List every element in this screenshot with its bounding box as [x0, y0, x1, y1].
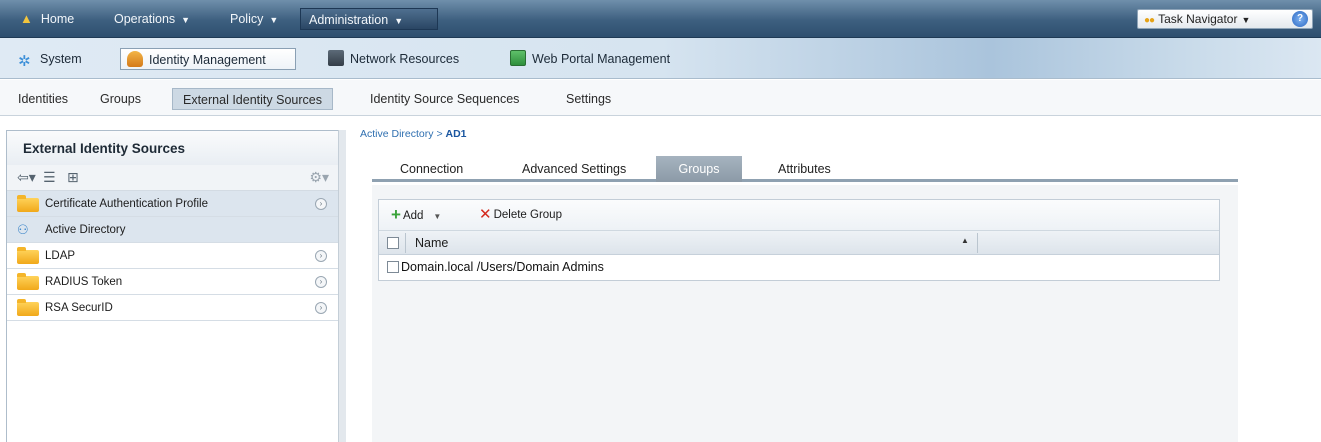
- sidebar-item-label: Active Directory: [45, 224, 126, 236]
- tab-attributes[interactable]: Attributes: [766, 156, 843, 182]
- task-navigator-icon: ●●: [1144, 15, 1155, 26]
- tabs-bar: Connection Advanced Settings Groups Attr…: [372, 154, 1238, 182]
- column-header-name[interactable]: Name: [415, 231, 448, 255]
- nav-web-portal-management-label: Web Portal Management: [532, 52, 671, 66]
- section-navigation-bar: ✲ System Identity Management Network Reso…: [0, 38, 1321, 79]
- tree-view-icon[interactable]: ⊞: [67, 169, 79, 186]
- nav-home-label: Home: [40, 12, 75, 26]
- tab-groups-active[interactable]: Groups: [656, 156, 742, 182]
- panel-toolbar: ⇦▾ ☰ ⊞ ⚙▾: [7, 165, 343, 191]
- column-divider: [977, 233, 978, 253]
- nav-network-resources[interactable]: Network Resources: [322, 48, 465, 70]
- nav-system-label: System: [40, 52, 82, 66]
- delete-group-button-label: Delete Group: [493, 209, 562, 221]
- table-header: Name ▲: [379, 231, 1219, 255]
- panel-title: External Identity Sources: [7, 131, 343, 165]
- sidebar-item-label: RSA SecurID: [45, 302, 113, 314]
- nav-network-resources-label: Network Resources: [350, 52, 460, 66]
- nav-administration[interactable]: Administration ▼: [300, 8, 438, 30]
- nav-policy[interactable]: Policy ▼: [222, 8, 286, 30]
- tab-groups[interactable]: Groups: [94, 88, 147, 110]
- delete-group-button[interactable]: ✕ Delete Group: [479, 206, 562, 224]
- web-portal-icon: [510, 50, 526, 66]
- chevron-down-icon: ▼: [394, 16, 404, 26]
- add-icon: +: [391, 205, 401, 224]
- users-icon: [127, 51, 143, 67]
- panel-scrollbar[interactable]: [338, 130, 346, 442]
- breadcrumb-separator: >: [436, 128, 443, 140]
- expand-arrow-icon[interactable]: ›: [315, 198, 327, 210]
- task-navigator-dropdown[interactable]: ●● Task Navigator ▼?: [1137, 9, 1313, 29]
- add-button-label: Add: [402, 210, 424, 222]
- back-arrow-icon[interactable]: ⇦▾: [17, 169, 36, 186]
- help-icon[interactable]: ?: [1292, 11, 1308, 27]
- nav-operations-label: Operations: [114, 12, 176, 26]
- external-identity-sources-panel: External Identity Sources ⇦▾ ☰ ⊞ ⚙▾ Cert…: [6, 130, 344, 442]
- chevron-down-icon: ▼: [269, 15, 279, 25]
- home-icon: ▲: [20, 11, 33, 26]
- nav-operations[interactable]: Operations ▼: [106, 8, 198, 30]
- top-navigation-bar: ▲ Home Operations ▼ Policy ▼ Administration…: [0, 0, 1321, 38]
- breadcrumb-parent[interactable]: Active Directory: [360, 128, 434, 140]
- column-divider: [405, 233, 406, 253]
- nav-system[interactable]: ✲ System: [12, 48, 88, 70]
- folder-icon: [17, 195, 39, 212]
- tab-external-identity-sources[interactable]: External Identity Sources: [172, 88, 333, 110]
- nav-policy-label: Policy: [230, 12, 264, 26]
- groups-table: + Add ▼ ✕ Delete Group Name ▲ Domain.local …: [378, 199, 1220, 281]
- system-icon: ✲: [18, 53, 31, 70]
- active-directory-icon: ⚇: [17, 222, 29, 237]
- sidebar-item-ldap[interactable]: LDAP ›: [7, 243, 343, 269]
- groups-content-panel: + Add ▼ ✕ Delete Group Name ▲ Domain.local …: [372, 185, 1238, 442]
- row-checkbox[interactable]: [387, 261, 399, 273]
- sidebar-item-radius-token[interactable]: RADIUS Token ›: [7, 269, 343, 295]
- gear-icon[interactable]: ⚙▾: [309, 169, 329, 186]
- nav-identity-management[interactable]: Identity Management: [120, 48, 296, 70]
- add-button[interactable]: + Add ▼: [391, 206, 441, 224]
- tab-identity-source-sequences[interactable]: Identity Source Sequences: [364, 88, 525, 110]
- folder-icon: [17, 273, 39, 290]
- nav-home[interactable]: ▲ Home: [12, 8, 82, 30]
- sidebar-item-certificate-authentication-profile[interactable]: Certificate Authentication Profile ›: [7, 191, 343, 217]
- folder-icon: [17, 247, 39, 264]
- nav-identity-management-label: Identity Management: [149, 53, 266, 67]
- chevron-down-icon: ▼: [181, 15, 191, 25]
- sub-navigation-bar: Identities Groups External Identity Sour…: [0, 80, 1321, 116]
- select-all-checkbox[interactable]: [387, 237, 399, 249]
- list-view-icon[interactable]: ☰: [43, 169, 56, 186]
- tab-advanced-settings[interactable]: Advanced Settings: [510, 156, 638, 182]
- table-toolbar: + Add ▼ ✕ Delete Group: [379, 200, 1219, 231]
- chevron-down-icon: ▼: [1241, 15, 1251, 25]
- expand-arrow-icon[interactable]: ›: [315, 302, 327, 314]
- task-navigator-label: Task Navigator: [1158, 12, 1238, 26]
- nav-web-portal-management[interactable]: Web Portal Management: [504, 48, 676, 70]
- tab-connection[interactable]: Connection: [388, 156, 475, 182]
- folder-icon: [17, 299, 39, 316]
- delete-icon: ✕: [479, 206, 492, 223]
- expand-arrow-icon[interactable]: ›: [315, 250, 327, 262]
- table-row[interactable]: Domain.local /Users/Domain Admins: [379, 255, 1219, 280]
- sidebar-item-label: Certificate Authentication Profile: [45, 198, 209, 210]
- sidebar-item-label: RADIUS Token: [45, 276, 123, 288]
- row-name-cell: Domain.local /Users/Domain Admins: [401, 260, 604, 274]
- sidebar-item-label: LDAP: [45, 250, 76, 262]
- tab-settings[interactable]: Settings: [560, 88, 617, 110]
- sort-ascending-icon[interactable]: ▲: [961, 236, 969, 245]
- tab-identities[interactable]: Identities: [12, 88, 74, 110]
- breadcrumb-current: AD1: [445, 128, 467, 140]
- nav-administration-label: Administration: [309, 13, 389, 27]
- sidebar-item-rsa-securid[interactable]: RSA SecurID ›: [7, 295, 343, 321]
- server-icon: [328, 50, 344, 66]
- chevron-down-icon: ▼: [433, 212, 442, 221]
- expand-arrow-icon[interactable]: ›: [315, 276, 327, 288]
- breadcrumb: Active Directory > AD1: [360, 128, 467, 140]
- sidebar-item-active-directory[interactable]: ⚇ Active Directory: [7, 217, 343, 243]
